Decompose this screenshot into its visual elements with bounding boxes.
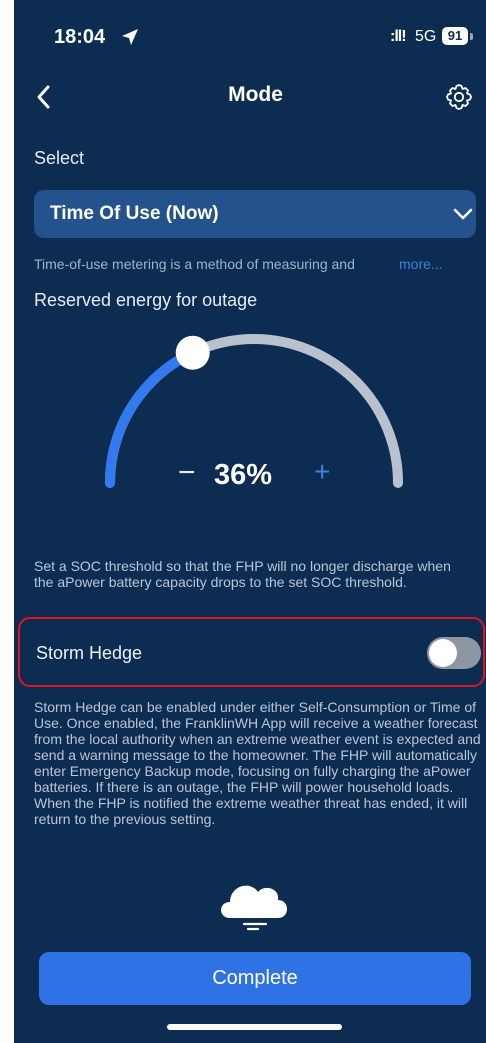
battery-nub [470,33,473,40]
battery-level: 91 [442,27,468,45]
complete-button[interactable]: Complete [39,952,471,1005]
storm-hedge-label: Storm Hedge [36,643,143,663]
home-indicator[interactable] [167,1024,342,1030]
toggle-knob [429,639,457,667]
more-link[interactable]: more... [399,256,443,272]
gear-icon[interactable] [444,82,474,112]
nav-header: Mode [14,72,486,122]
app-screen: 18:04 :ll! 5G 91 Mode Select Time Of Use… [14,0,486,1043]
network-type: 5G [415,28,437,45]
page-title: Mode [228,83,283,106]
location-arrow-icon [122,29,138,45]
mode-dropdown-value: Time Of Use (Now) [50,203,219,224]
chevron-down-icon [453,208,473,220]
status-time: 18:04 [54,26,106,48]
storm-hedge-toggle[interactable] [427,637,481,669]
storm-hedge-description: Storm Hedge can be enabled under either … [34,699,481,827]
mode-dropdown[interactable]: Time Of Use (Now) [34,190,476,238]
gauge-knob[interactable] [175,335,210,370]
reserve-percentage: 36% [214,459,273,491]
soc-threshold-note: Set a SOC threshold so that the FHP will… [34,558,451,590]
reserve-label: Reserved energy for outage [34,290,258,310]
select-label: Select [34,148,85,168]
decrease-button[interactable]: − [178,456,196,490]
status-bar: 18:04 :ll! 5G 91 [14,0,486,72]
cloud-icon [221,885,287,931]
storm-hedge-row: Storm Hedge [18,617,485,687]
signal-indicator: :ll! [390,28,407,45]
mode-description: Time-of-use metering is a method of meas… [34,256,355,272]
increase-button[interactable]: + [314,456,330,488]
